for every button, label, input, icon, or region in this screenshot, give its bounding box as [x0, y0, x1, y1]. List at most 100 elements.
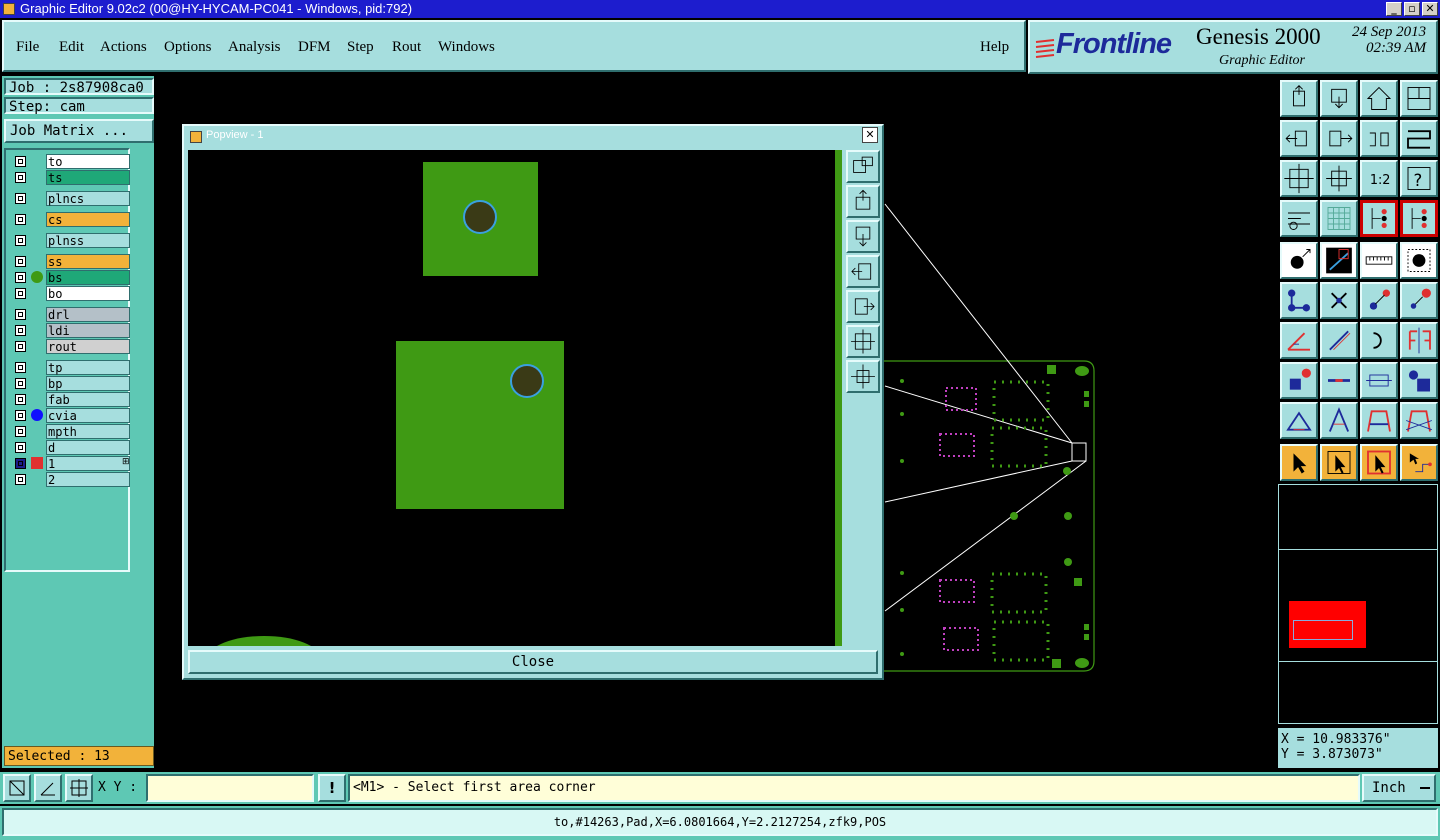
- group-button[interactable]: [1400, 362, 1438, 399]
- layer-row-ts[interactable]: ts: [12, 170, 130, 185]
- layer-checkbox[interactable]: [15, 458, 26, 469]
- split-view-button[interactable]: [1400, 80, 1438, 117]
- menu-analysis[interactable]: Analysis: [228, 39, 281, 56]
- layer-row-tp[interactable]: tp: [12, 360, 130, 375]
- pad-attrs-button[interactable]: [1280, 362, 1318, 399]
- layer-row-cs[interactable]: cs: [12, 212, 130, 227]
- layer-row-mpth[interactable]: mpth: [12, 424, 130, 439]
- menu-dfm[interactable]: DFM: [298, 39, 331, 56]
- select-orange-button[interactable]: [1360, 444, 1398, 481]
- home-button[interactable]: [1360, 80, 1398, 117]
- layer-row-ss[interactable]: ss: [12, 254, 130, 269]
- layer-row-to[interactable]: to: [12, 154, 130, 169]
- layer-checkbox[interactable]: [15, 341, 26, 352]
- cut-line-button[interactable]: [1320, 362, 1358, 399]
- undo-view-button[interactable]: [1360, 120, 1398, 157]
- layer-checkbox[interactable]: [15, 325, 26, 336]
- layer-name[interactable]: drl: [46, 307, 130, 322]
- popview-canvas[interactable]: [188, 150, 842, 646]
- menu-help[interactable]: Help: [980, 39, 1009, 56]
- rotate-button[interactable]: [1360, 322, 1398, 359]
- layer-name[interactable]: plncs: [46, 191, 130, 206]
- layer-name[interactable]: to: [46, 154, 130, 169]
- layer-checkbox[interactable]: [15, 394, 26, 405]
- xy-input[interactable]: [146, 774, 314, 802]
- resize-button[interactable]: [1400, 282, 1438, 319]
- overview-panel[interactable]: [1278, 484, 1438, 724]
- arc-button[interactable]: [1320, 402, 1358, 439]
- layer-name[interactable]: 1: [46, 456, 130, 471]
- layer-checkbox[interactable]: [15, 426, 26, 437]
- layer-checkbox[interactable]: [15, 193, 26, 204]
- fit-profile-button[interactable]: [1320, 160, 1358, 197]
- layer-row-bs[interactable]: bs: [12, 270, 130, 285]
- layer-checkbox[interactable]: [15, 235, 26, 246]
- popview-close-button[interactable]: Close: [188, 650, 878, 674]
- zoom-previous-button[interactable]: [1320, 80, 1358, 117]
- menu-file[interactable]: File: [16, 39, 39, 56]
- job-matrix-button[interactable]: Job Matrix ...: [4, 119, 154, 143]
- add-circle-button[interactable]: [1400, 242, 1438, 279]
- layer-checkbox[interactable]: [15, 309, 26, 320]
- layer-name[interactable]: rout: [46, 339, 130, 354]
- units-selector[interactable]: Inch: [1362, 774, 1436, 802]
- layer-checkbox[interactable]: [15, 410, 26, 421]
- popview-close-x-button[interactable]: ✕: [862, 127, 878, 143]
- layer-row-rout[interactable]: rout: [12, 339, 130, 354]
- delete-button[interactable]: [1320, 282, 1358, 319]
- snap-center-button[interactable]: [1360, 200, 1398, 237]
- route-select-button[interactable]: [1400, 444, 1438, 481]
- layer-row-d[interactable]: d: [12, 440, 130, 455]
- snap-angle-button[interactable]: [34, 774, 62, 802]
- layer-name[interactable]: bs: [46, 270, 130, 285]
- layer-name[interactable]: ss: [46, 254, 130, 269]
- mirror-button[interactable]: [1400, 322, 1438, 359]
- layer-name[interactable]: tp: [46, 360, 130, 375]
- layer-checkbox[interactable]: [15, 474, 26, 485]
- add-line-button[interactable]: [1320, 242, 1358, 279]
- pan-right-button[interactable]: [1320, 120, 1358, 157]
- menu-edit[interactable]: Edit: [59, 39, 84, 56]
- zoom-home-button[interactable]: [1280, 80, 1318, 117]
- grid-snap-button[interactable]: [65, 774, 93, 802]
- grid-button[interactable]: [1320, 200, 1358, 237]
- layer-name[interactable]: d: [46, 440, 130, 455]
- polygon-cross-button[interactable]: [1400, 402, 1438, 439]
- menu-step[interactable]: Step: [347, 39, 374, 56]
- alert-button[interactable]: !: [318, 774, 346, 802]
- layer-checkbox[interactable]: [15, 172, 26, 183]
- layer-checkbox[interactable]: [15, 256, 26, 267]
- layer-checkbox[interactable]: [15, 156, 26, 167]
- copy-button[interactable]: [1360, 282, 1398, 319]
- fit-screen-button[interactable]: [1280, 160, 1318, 197]
- minimize-button[interactable]: _: [1386, 2, 1402, 16]
- layer-name[interactable]: ts: [46, 170, 130, 185]
- layer-name[interactable]: cvia: [46, 408, 130, 423]
- layer-name[interactable]: fab: [46, 392, 130, 407]
- graphic-settings-button[interactable]: [1280, 200, 1318, 237]
- zoom-1-2-button[interactable]: 1:2: [1360, 160, 1398, 197]
- layer-row-plnss[interactable]: plnss: [12, 233, 130, 248]
- pv-pan-left-button[interactable]: [846, 255, 880, 288]
- select-box-button[interactable]: [1320, 444, 1358, 481]
- layer-row-2[interactable]: 2: [12, 472, 130, 487]
- stretch-button[interactable]: [1360, 362, 1398, 399]
- polygon-button[interactable]: [1360, 402, 1398, 439]
- layer-name[interactable]: mpth: [46, 424, 130, 439]
- layer-checkbox[interactable]: [15, 442, 26, 453]
- menu-actions[interactable]: Actions: [100, 39, 147, 56]
- angle-button[interactable]: [1280, 322, 1318, 359]
- layer-name[interactable]: bp: [46, 376, 130, 391]
- layer-checkbox[interactable]: [15, 214, 26, 225]
- layer-checkbox[interactable]: [15, 272, 26, 283]
- layer-row-ldi[interactable]: ldi: [12, 323, 130, 338]
- pv-fit-profile-button[interactable]: [846, 360, 880, 393]
- pv-zoom-window-button[interactable]: [846, 150, 880, 183]
- pv-pan-right-button[interactable]: [846, 290, 880, 323]
- select-button[interactable]: [1280, 444, 1318, 481]
- menu-windows[interactable]: Windows: [438, 39, 495, 56]
- area-zoom-button[interactable]: [3, 774, 31, 802]
- layer-name[interactable]: bo: [46, 286, 130, 301]
- maximize-button[interactable]: ▫: [1404, 2, 1420, 16]
- redraw-button[interactable]: [1400, 120, 1438, 157]
